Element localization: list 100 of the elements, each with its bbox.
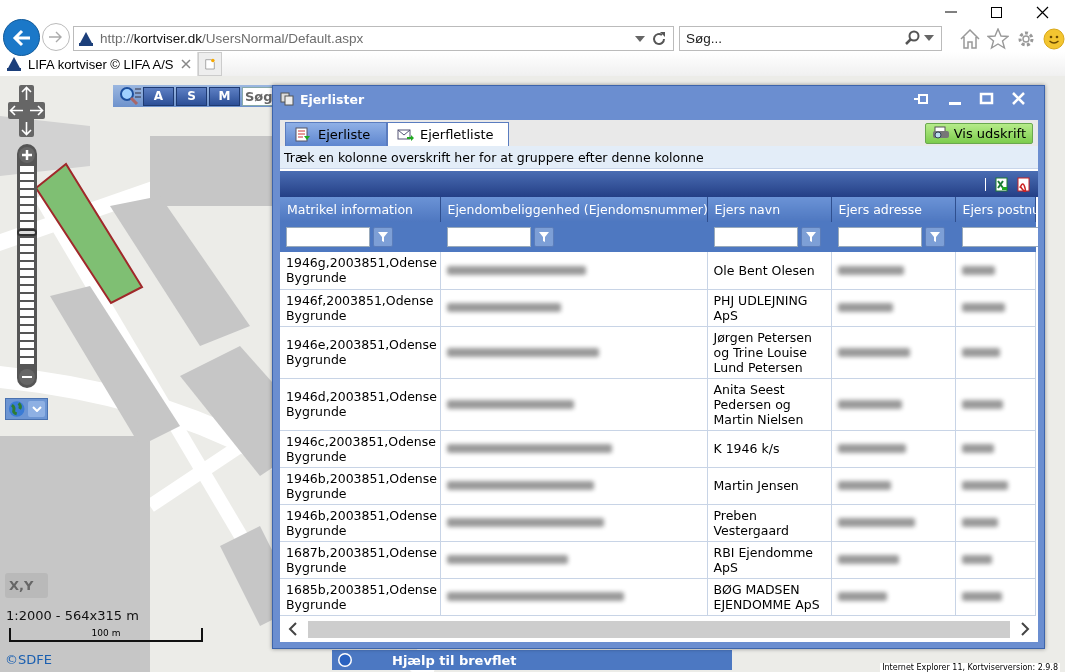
layer-button[interactable] [5, 398, 48, 420]
zoom-thumb[interactable] [17, 229, 37, 236]
group-hint-text: Træk en kolonne overskrift her for at gruppere efter denne kolonne [280, 146, 1038, 169]
filter-button[interactable] [800, 227, 821, 247]
table-cell: 1946e,2003851,Odense Bygrunde [280, 326, 440, 378]
table-cell: 1685b,2003851,Odense Bygrunde [280, 578, 440, 615]
excel-export-icon[interactable] [994, 176, 1008, 192]
blurred-text [961, 555, 992, 564]
windows-icon [280, 92, 294, 106]
blurred-text [961, 481, 1009, 490]
address-bar[interactable]: http://kortviser.dk/UsersNormal/Default.aspx [73, 26, 674, 51]
table-cell: 1946c,2003851,Odense Bygrunde [280, 430, 440, 467]
table-cell: Jørgen Petersen og Trine Louise Lund Petersen [707, 326, 831, 378]
dialog-title: Ejerlister [300, 91, 365, 107]
dropdown-icon[interactable] [924, 35, 934, 41]
close-icon[interactable] [1035, 6, 1049, 19]
table-cell: 1946b,2003851,Odense Bygrunde [280, 504, 440, 541]
star-icon[interactable] [987, 27, 1009, 50]
blurred-text [961, 592, 1002, 601]
site-logo-icon [6, 56, 22, 72]
blurred-text [961, 347, 1001, 357]
copyright-text: ©SDFE [5, 652, 52, 667]
url-text: http://kortviser.dk/UsersNormal/Default.aspx [100, 31, 365, 46]
tab[interactable]: Ejerfletliste [387, 122, 509, 146]
filter-field[interactable] [446, 227, 531, 247]
blurred-text [961, 444, 994, 453]
filter-icon [928, 231, 941, 243]
status-text: Internet Explorer 11, Kortviserversion: 2.9.8 [880, 663, 1060, 672]
help-title: Hjælp til brevflet [392, 652, 517, 668]
search-mode-button[interactable]: A [143, 86, 174, 106]
pan-control-icon[interactable] [8, 85, 45, 137]
blurred-text [837, 303, 893, 312]
list-icon [295, 126, 312, 143]
arrow-right-icon [48, 30, 64, 44]
column-header[interactable]: Ejers postnu [955, 197, 1035, 222]
search-field[interactable]: Søg... [679, 26, 942, 51]
info-icon [338, 653, 352, 667]
filter-icon [804, 231, 817, 243]
back-button[interactable] [3, 19, 40, 56]
blurred-text [961, 399, 1004, 409]
dropdown-icon[interactable] [635, 35, 645, 42]
pdf-export-icon[interactable] [1016, 176, 1030, 192]
zoom-out-button[interactable] [19, 369, 35, 385]
table-cell: Preben Vestergaard [707, 504, 831, 541]
table-cell: 1946g,2003851,Odense Bygrunde [280, 252, 440, 289]
coordinate-button[interactable]: X,Y [5, 573, 48, 598]
search-icon[interactable] [904, 30, 920, 46]
table-cell: Ole Bent Olesen [707, 252, 831, 289]
table-cell: 1946b,2003851,Odense Bygrunde [280, 467, 440, 504]
maximize-icon[interactable] [989, 6, 1003, 19]
search-mode-button[interactable]: S [176, 86, 207, 106]
blurred-text [961, 265, 995, 275]
zoom-in-button[interactable] [19, 147, 35, 163]
printer-icon [931, 126, 950, 140]
print-button[interactable]: Vis udskrift [924, 122, 1033, 144]
table-cell: K 1946 k/s [707, 430, 831, 467]
filter-field[interactable] [286, 227, 370, 247]
blurred-text [837, 444, 907, 453]
column-header[interactable]: Matrikel information [280, 197, 440, 222]
zoom-slider[interactable] [17, 144, 37, 388]
filter-icon [377, 231, 389, 243]
blurred-text [837, 592, 888, 601]
plus-icon [22, 150, 32, 160]
filter-button[interactable] [924, 227, 945, 247]
blurred-text [961, 518, 999, 527]
table-cell: Martin Jensen [707, 467, 831, 504]
filter-field[interactable] [837, 227, 922, 247]
filter-button[interactable] [533, 227, 554, 247]
blurred-text [961, 303, 1006, 312]
table-cell: PHJ UDLEJNING ApS [707, 289, 831, 326]
smiley-icon[interactable] [1043, 27, 1065, 50]
table-cell: 1946d,2003851,Odense Bygrunde [280, 378, 440, 430]
filter-button[interactable] [373, 227, 393, 247]
blurred-text [837, 399, 902, 409]
filter-field[interactable] [961, 227, 1038, 247]
browser-tab[interactable]: LIFA kortviser © LIFA A/S [0, 52, 198, 76]
column-header[interactable]: Ejers adresse [831, 197, 955, 222]
search-icon[interactable] [119, 86, 141, 106]
scale-text: 1:2000 - 564x315 m [6, 608, 139, 623]
refresh-icon[interactable] [651, 30, 667, 47]
column-header[interactable]: Ejendombeliggenhed (Ejendomsnummer) [440, 197, 707, 222]
scrollbar-thumb[interactable] [308, 620, 1010, 638]
blurred-text [837, 265, 905, 275]
filter-field[interactable] [713, 227, 798, 247]
new-page-icon [205, 56, 215, 72]
envelope-icon [397, 126, 414, 143]
home-icon[interactable] [959, 27, 981, 50]
filter-icon [537, 231, 550, 243]
table-cell: 1946f,2003851,Odense Bygrunde [280, 289, 440, 326]
table-cell: RBI Ejendomme ApS [707, 541, 831, 578]
globe-icon [8, 400, 26, 418]
column-header[interactable]: Ejers navn [707, 197, 831, 222]
scale-bar: 100 m [9, 628, 203, 642]
table-cell: BØG MADSEN EJENDOMME ApS [707, 578, 831, 615]
search-mode-button[interactable]: M [209, 86, 240, 106]
site-logo-icon [78, 30, 94, 47]
arrow-left-icon [11, 28, 32, 47]
blurred-text [837, 555, 899, 564]
tab[interactable]: Ejerliste [285, 122, 387, 146]
table-cell: 1687b,2003851,Odense Bygrunde [280, 541, 440, 578]
